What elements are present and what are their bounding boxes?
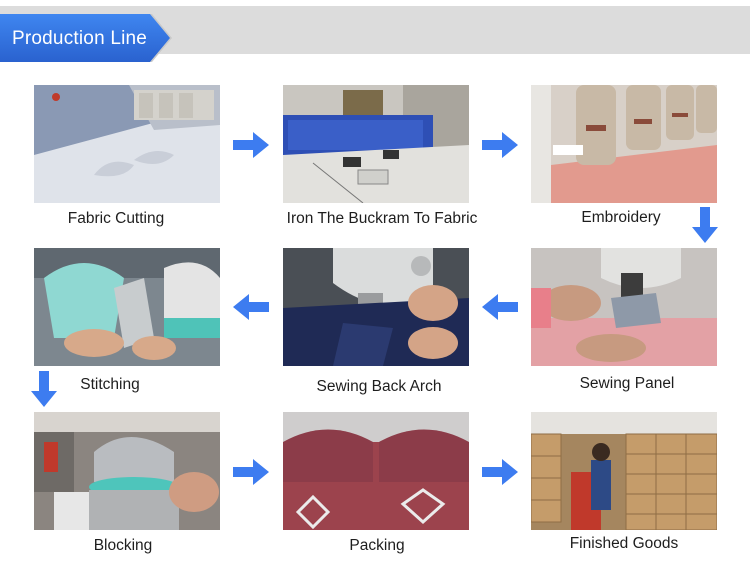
- arrow-down-icon: [692, 207, 718, 243]
- caption-finished-goods: Finished Goods: [569, 535, 679, 552]
- arrow-right-icon: [482, 459, 518, 485]
- caption-blocking: Blocking: [93, 537, 153, 554]
- arrow-left-icon: [482, 294, 518, 320]
- photo-blocking: [34, 412, 220, 530]
- caption-fabric-cutting: Fabric Cutting: [67, 210, 165, 227]
- caption-iron-buckram: Iron The Buckram To Fabric: [286, 210, 478, 227]
- photo-stitching: [34, 248, 220, 366]
- arrow-right-icon: [233, 132, 269, 158]
- arrow-left-icon: [233, 294, 269, 320]
- photo-iron-buckram: [283, 85, 469, 203]
- caption-sewing-panel: Sewing Panel: [579, 375, 675, 392]
- photo-sewing-back-arch: [283, 248, 469, 366]
- caption-sewing-back-arch: Sewing Back Arch: [316, 378, 442, 395]
- photo-embroidery: [531, 85, 717, 203]
- caption-packing: Packing: [349, 537, 405, 554]
- photo-packing: [283, 412, 469, 530]
- photo-finished-goods: [531, 412, 717, 530]
- arrow-down-icon: [31, 371, 57, 407]
- arrow-right-icon: [482, 132, 518, 158]
- photo-sewing-panel: [531, 248, 717, 366]
- photo-fabric-cutting: [34, 85, 220, 203]
- page-title: Production Line: [12, 28, 148, 49]
- arrow-right-icon: [233, 459, 269, 485]
